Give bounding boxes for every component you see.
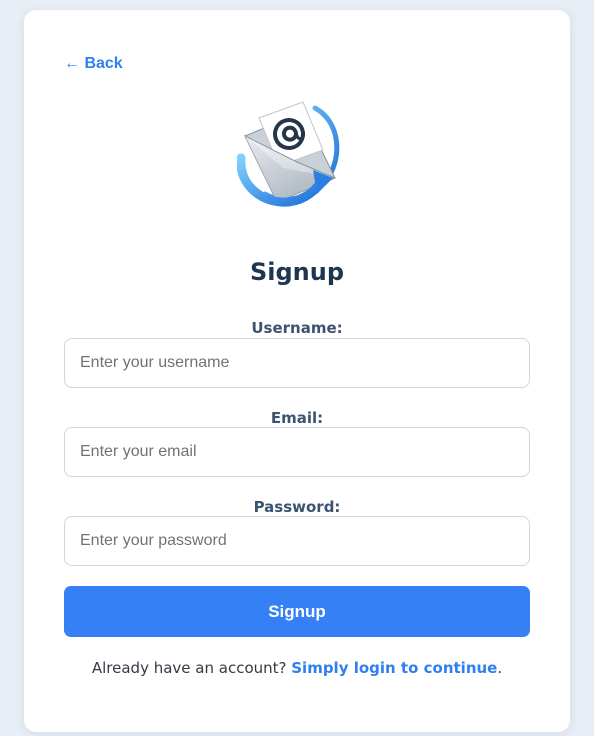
back-link[interactable]: ← Back xyxy=(64,54,123,74)
email-label: Email: xyxy=(270,409,324,427)
login-prompt-text: Already have an account? xyxy=(91,659,292,677)
username-input[interactable] xyxy=(64,338,530,388)
username-label: Username: xyxy=(251,319,343,337)
page-title: Signup xyxy=(249,258,345,286)
login-prompt: Already have an account? Simply login to… xyxy=(24,658,570,678)
login-link[interactable]: Simply login to continue xyxy=(291,659,497,677)
email-input[interactable] xyxy=(64,427,530,477)
email-envelope-icon xyxy=(236,96,343,220)
login-prompt-suffix: . xyxy=(497,659,503,677)
password-input[interactable] xyxy=(64,516,530,566)
password-label: Password: xyxy=(253,498,341,516)
signup-button[interactable]: Signup xyxy=(64,586,530,637)
signup-card: ← Back Signup Username: Enter your usern… xyxy=(24,10,570,732)
